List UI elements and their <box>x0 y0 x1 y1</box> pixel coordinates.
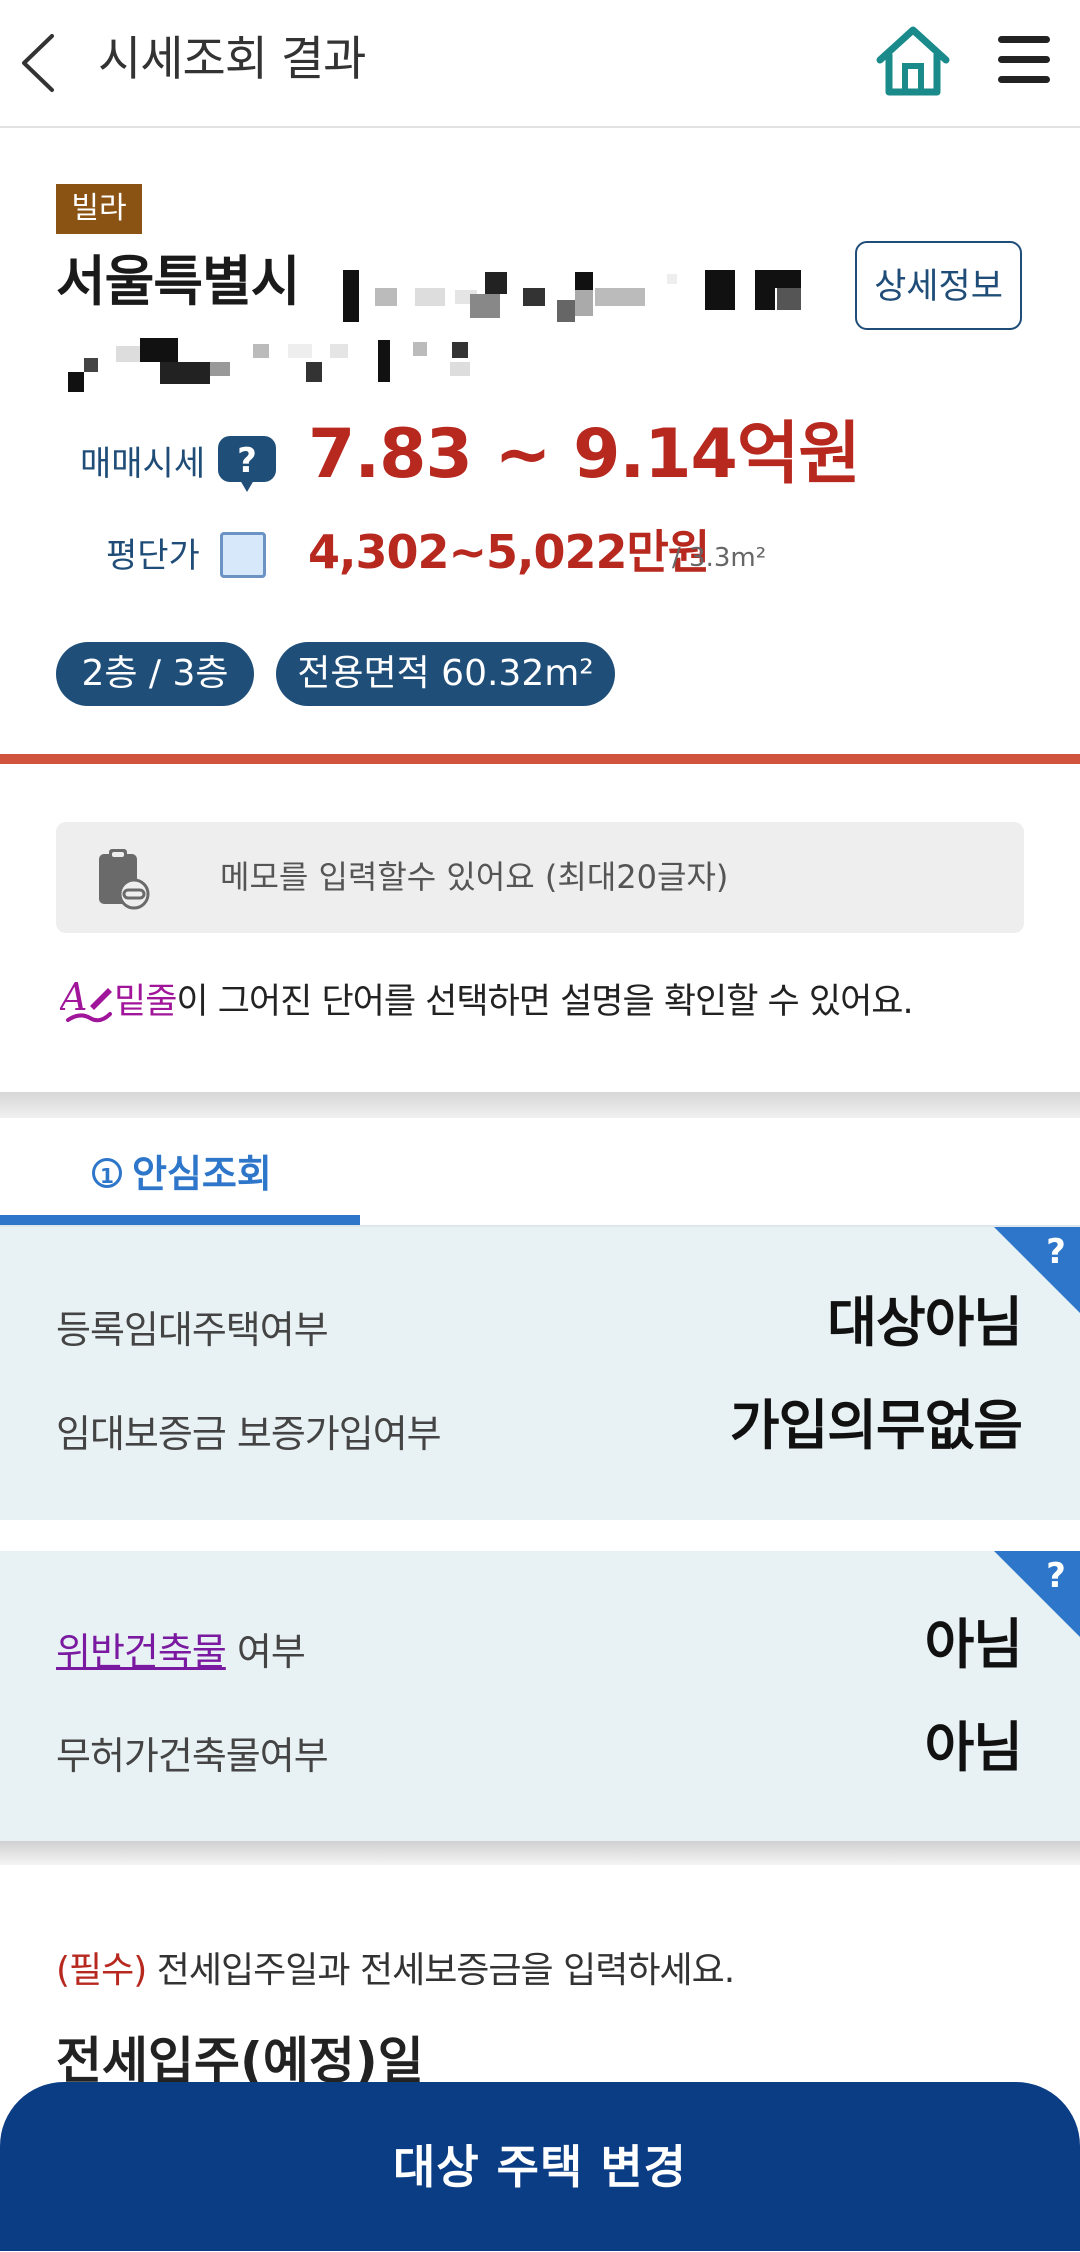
hamburger-menu-icon <box>998 36 1050 43</box>
deposit-insurance-value: 가입의무없음 <box>729 1394 1023 1457</box>
unit-price-value: 4,302~5,022만원 <box>308 525 710 579</box>
address-city: 서울특별시 <box>56 250 300 313</box>
home-icon <box>876 26 950 96</box>
sale-price-label: 매매시세 <box>80 444 206 484</box>
page-title: 시세조회 결과 <box>98 32 366 87</box>
required-tag: (필수) <box>56 1950 147 1991</box>
tab-active-indicator <box>0 1215 360 1225</box>
chevron-left-icon <box>22 34 54 92</box>
underline-hint: 밑줄이 그어진 단어를 선택하면 설명을 확인할 수 있어요. <box>114 976 914 1028</box>
section-separator-2 <box>0 1841 1080 1865</box>
menu-button[interactable] <box>994 30 1054 90</box>
unit-price-checkbox[interactable] <box>220 532 266 578</box>
memo-placeholder: 메모를 입력할수 있어요 (최대20글자) <box>220 858 729 896</box>
illegal-building-value: 아님 <box>924 1613 1023 1676</box>
sale-price-value: 7.83 ~ 9.14억원 <box>308 415 861 494</box>
tab-number-icon: 1 <box>92 1158 122 1188</box>
detail-info-button[interactable]: 상세정보 <box>855 241 1022 330</box>
address-redacted-line2 <box>68 336 488 396</box>
svg-text:?: ? <box>237 441 257 481</box>
hint-text: 이 그어진 단어를 선택하면 설명을 확인할 수 있어요. <box>176 982 913 1022</box>
floor-badge: 2층 / 3층 <box>56 642 254 706</box>
clipboard-link-icon <box>96 846 152 910</box>
unlicensed-building-label: 무허가건축물여부 <box>56 1734 329 1778</box>
deposit-insurance-label: 임대보증금 보증가입여부 <box>56 1412 442 1456</box>
registered-rental-label: 등록임대주택여부 <box>56 1308 329 1352</box>
svg-text:A: A <box>60 976 87 1019</box>
svg-text:?: ? <box>1046 1232 1066 1272</box>
home-button[interactable] <box>872 22 954 98</box>
tab-safety-check[interactable]: 1 안심조회 <box>92 1146 272 1202</box>
underline-pen-icon: A <box>57 975 114 1026</box>
address-redacted <box>325 266 805 324</box>
section-separator <box>0 1092 1080 1118</box>
svg-text:?: ? <box>1046 1556 1066 1596</box>
building-check-panel <box>0 1551 1080 1841</box>
question-bubble-icon: ? <box>218 436 276 492</box>
sale-price-help-button[interactable]: ? <box>216 434 278 494</box>
tab-label: 안심조회 <box>132 1152 272 1196</box>
unlicensed-building-value: 아님 <box>924 1716 1023 1779</box>
rental-check-panel <box>0 1227 1080 1520</box>
back-button[interactable] <box>14 28 74 98</box>
panel-gap <box>0 1520 1080 1551</box>
required-note: (필수) 전세입주일과 전세보증금을 입력하세요. <box>56 1950 735 1991</box>
unit-price-label: 평단가 <box>106 536 200 576</box>
section-divider <box>0 754 1080 764</box>
registered-rental-value: 대상아님 <box>827 1291 1023 1354</box>
property-type-badge: 빌라 <box>56 184 142 234</box>
change-target-house-button[interactable]: 대상 주택 변경 <box>0 2082 1080 2251</box>
illegal-building-link[interactable]: 위반건축물 <box>56 1630 227 1674</box>
area-badge: 전용면적 60.32m² <box>276 642 615 706</box>
unit-price-suffix: / 3.3m² <box>672 543 767 573</box>
illegal-building-label: 위반건축물 여부 <box>56 1630 306 1674</box>
hint-emphasis: 밑줄 <box>114 982 177 1022</box>
